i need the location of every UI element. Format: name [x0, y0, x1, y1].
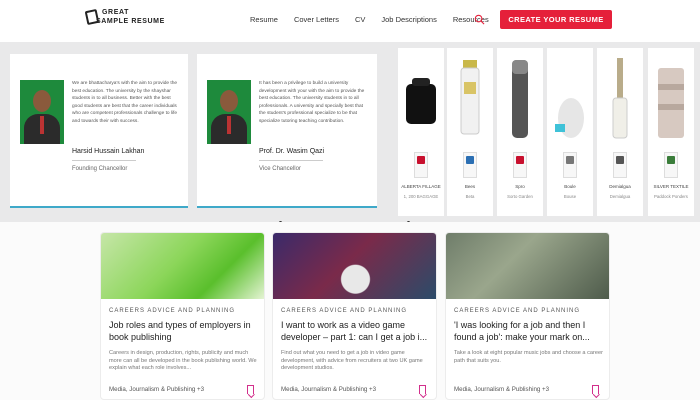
bookmark-icon[interactable] [247, 385, 254, 394]
main-nav: Resume Cover Letters CV Job Descriptions… [250, 15, 505, 24]
logo[interactable]: GREAT SAMPLE RESUME [84, 8, 166, 31]
search-icon[interactable] [474, 14, 485, 25]
product-card[interactable]: Bees Beta [447, 48, 493, 216]
leader-role: Founding Chancellor [72, 166, 128, 172]
nav-cover-letters[interactable]: Cover Letters [294, 15, 339, 24]
product-subtitle: Bouse [563, 194, 577, 199]
brand-logo [563, 152, 577, 178]
nav-resume[interactable]: Resume [250, 15, 278, 24]
article-tag[interactable]: Media, Journalism & Publishing +3 [281, 386, 376, 393]
article-description: Take a look at eight popular music jobs … [454, 350, 603, 364]
product-card[interactable]: Spro Sorto Garden [497, 48, 543, 216]
product-subtitle: Demialgua [609, 194, 631, 199]
brand-logo [664, 152, 678, 178]
product-subtitle: 1, 200 BAGGAGE [403, 194, 439, 199]
article-card[interactable]: CAREERS ADVICE AND PLANNING 'I was looki… [445, 232, 610, 400]
article-title[interactable]: Job roles and types of employers in book… [109, 320, 259, 343]
product-name: ALBERTA FILLAGE [401, 184, 441, 189]
article-description: Careers in design, production, rights, p… [109, 350, 257, 372]
leader-photo [20, 80, 64, 144]
article-description: Find out what you need to get a job in v… [281, 350, 423, 372]
brand-logo [513, 152, 527, 178]
leader-card: We are bhattacharya's with the aim to pr… [10, 54, 188, 208]
article-image [101, 233, 264, 299]
logo-line-2: SAMPLE RESUME [96, 18, 165, 25]
article-category: CAREERS ADVICE AND PLANNING [454, 308, 581, 314]
leader-quote: We are bhattacharya's with the aim to pr… [72, 81, 178, 124]
article-tag[interactable]: Media, Journalism & Publishing +3 [109, 386, 204, 393]
product-subtitle: Paddock Ponders [654, 194, 688, 199]
product-name: Demialgua [609, 184, 631, 189]
article-category: CAREERS ADVICE AND PLANNING [281, 308, 408, 314]
product-subtitle: Beta [465, 194, 475, 199]
logo-line-1: GREAT [102, 9, 129, 16]
device-image [555, 98, 584, 138]
brand-logo [414, 152, 428, 178]
divider [72, 160, 136, 161]
leader-name: Harsid Hussain Lakhan [72, 148, 145, 155]
article-tag[interactable]: Media, Journalism & Publishing +3 [454, 386, 549, 393]
leader-name: Prof. Dr. Wasim Qazi [259, 148, 325, 155]
article-title[interactable]: 'I was looking for a job and then I foun… [454, 320, 604, 343]
textile-image [658, 68, 684, 138]
product-name: Bees [464, 184, 476, 189]
article-title[interactable]: I want to work as a video game developer… [281, 320, 431, 343]
product-card[interactable]: Demialgua Demialgua [597, 48, 643, 216]
create-resume-button[interactable]: CREATE YOUR RESUME [500, 10, 612, 29]
product-card[interactable]: ALBERTA FILLAGE 1, 200 BAGGAGE [398, 48, 444, 216]
divider [259, 160, 323, 161]
bag-image [406, 78, 436, 124]
nav-job-descriptions[interactable]: Job Descriptions [381, 15, 436, 24]
bookmark-icon[interactable] [592, 385, 599, 394]
article-card[interactable]: CAREERS ADVICE AND PLANNING Job roles an… [100, 232, 265, 400]
brand-logo [463, 152, 477, 178]
leader-photo [207, 80, 251, 144]
bookmark-icon[interactable] [419, 385, 426, 394]
article-image [446, 233, 609, 299]
product-card[interactable]: SILVER TEXTILE Paddock Ponders [648, 48, 694, 216]
product-subtitle: Sorto Garden [507, 194, 533, 199]
nav-cv[interactable]: CV [355, 15, 365, 24]
flask-image [612, 58, 628, 139]
leader-quote: It has been a privilege to build a unive… [259, 81, 365, 124]
leader-card: It has been a privilege to build a unive… [197, 54, 377, 208]
product-name: Boule [564, 184, 576, 189]
bottle-image [512, 60, 528, 138]
product-name: SILVER TEXTILE [653, 184, 689, 189]
article-image [273, 233, 436, 299]
product-name: Spro [515, 184, 525, 189]
product-card[interactable]: Boule Bouse [547, 48, 593, 216]
tube-image [460, 60, 480, 135]
article-category: CAREERS ADVICE AND PLANNING [109, 308, 236, 314]
site-header: GREAT SAMPLE RESUME Resume Cover Letters… [0, 0, 700, 42]
article-card[interactable]: CAREERS ADVICE AND PLANNING I want to wo… [272, 232, 437, 400]
leader-role: Vice Chancellor [259, 166, 301, 172]
brand-logo [613, 152, 627, 178]
